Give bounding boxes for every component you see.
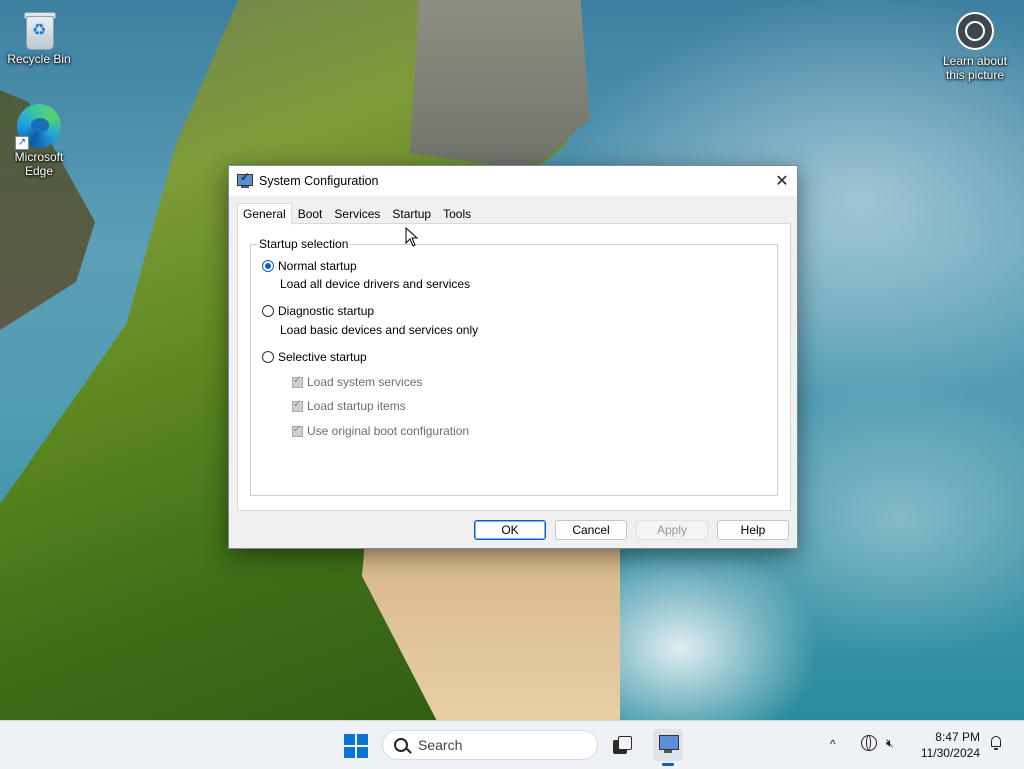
load-system-services-checkbox-row: Load system services [292, 375, 422, 389]
windows-logo-icon [344, 734, 355, 745]
shortcut-arrow-icon: ↗ [15, 136, 29, 150]
tab-strip: General Boot Services Startup Tools [237, 203, 478, 225]
help-button[interactable]: Help [717, 520, 789, 540]
tab-tools[interactable]: Tools [437, 203, 478, 224]
group-label: Startup selection [257, 237, 351, 251]
system-configuration-dialog: ✓ System Configuration ✕ General Boot Se… [228, 165, 798, 549]
checkbox-disabled [292, 424, 303, 437]
option-description: Load all device drivers and services [280, 277, 471, 291]
startup-selection-group: Startup selection Normal startup Load al… [250, 237, 778, 496]
search-placeholder: Search [418, 737, 463, 753]
close-icon: ✕ [775, 173, 789, 190]
tab-general[interactable]: General [237, 203, 292, 225]
msconfig-app-icon: ✓ [237, 170, 253, 189]
ok-button[interactable]: OK [474, 520, 546, 540]
taskbar-app-system-configuration[interactable] [653, 729, 683, 766]
checkbox-disabled [292, 375, 303, 388]
dialog-title: System Configuration [259, 174, 379, 188]
diagnostic-startup-option[interactable]: Diagnostic startup [262, 304, 374, 318]
notification-bell-icon[interactable] [990, 736, 1002, 750]
msconfig-app-icon [659, 735, 679, 750]
cancel-button[interactable]: Cancel [555, 520, 627, 540]
checkbox-label: Load system services [307, 375, 423, 389]
recycle-bin-icon: ♻ [23, 10, 56, 50]
option-label[interactable]: Diagnostic startup [278, 304, 374, 318]
edge-browser-icon: ↗ [15, 104, 61, 150]
network-globe-icon[interactable] [861, 735, 877, 751]
desktop-icon-label: Recycle Bin [7, 52, 71, 66]
checkbox-label: Load startup items [307, 399, 406, 413]
taskbar: Search ^ 🔇︎ 8:47 PM 11/30/2024 [0, 720, 1024, 769]
desktop-icon-learn-about-picture[interactable]: Learn about this picture [937, 12, 1013, 82]
taskbar-search-box[interactable]: Search [382, 730, 598, 760]
clock-date: 11/30/2024 [920, 746, 980, 760]
active-app-indicator [662, 763, 674, 766]
selective-startup-radio[interactable] [262, 351, 274, 363]
checkbox-disabled [292, 399, 303, 412]
apply-button: Apply [636, 520, 708, 540]
desktop-icon-edge[interactable]: ↗ Microsoft Edge [1, 104, 77, 178]
normal-startup-radio[interactable] [262, 260, 274, 272]
tab-boot[interactable]: Boot [291, 203, 329, 224]
option-label[interactable]: Selective startup [278, 350, 367, 364]
checkbox-label: Use original boot configuration [307, 424, 470, 438]
tab-services[interactable]: Services [328, 203, 387, 224]
option-description: Load basic devices and services only [280, 323, 479, 337]
desktop-icon-label: Learn about this picture [942, 54, 1008, 82]
dialog-titlebar[interactable]: ✓ System Configuration ✕ [229, 166, 797, 196]
option-label[interactable]: Normal startup [278, 259, 357, 273]
tab-startup[interactable]: Startup [386, 203, 438, 224]
camera-aperture-icon [956, 12, 994, 50]
start-button[interactable] [344, 734, 368, 758]
load-startup-items-checkbox-row: Load startup items [292, 399, 406, 413]
use-original-boot-config-checkbox-row: Use original boot configuration [292, 424, 469, 438]
wallpaper-rock [409, 0, 590, 170]
desktop-icon-label: Microsoft Edge [14, 150, 64, 178]
volume-muted-icon[interactable]: 🔇︎ [886, 736, 894, 751]
normal-startup-option[interactable]: Normal startup [262, 259, 357, 273]
system-clock[interactable]: 8:47 PM 11/30/2024 [910, 729, 980, 761]
task-view-button[interactable] [613, 736, 633, 754]
search-icon [394, 738, 408, 752]
general-tab-page: Startup selection Normal startup Load al… [237, 223, 791, 511]
close-button[interactable]: ✕ [767, 166, 797, 196]
desktop-icon-recycle-bin[interactable]: ♻ Recycle Bin [1, 10, 77, 66]
show-hidden-icons-chevron-icon[interactable]: ^ [830, 737, 836, 751]
clock-time: 8:47 PM [935, 730, 980, 744]
selective-startup-option[interactable]: Selective startup [262, 350, 367, 364]
diagnostic-startup-radio[interactable] [262, 305, 274, 317]
